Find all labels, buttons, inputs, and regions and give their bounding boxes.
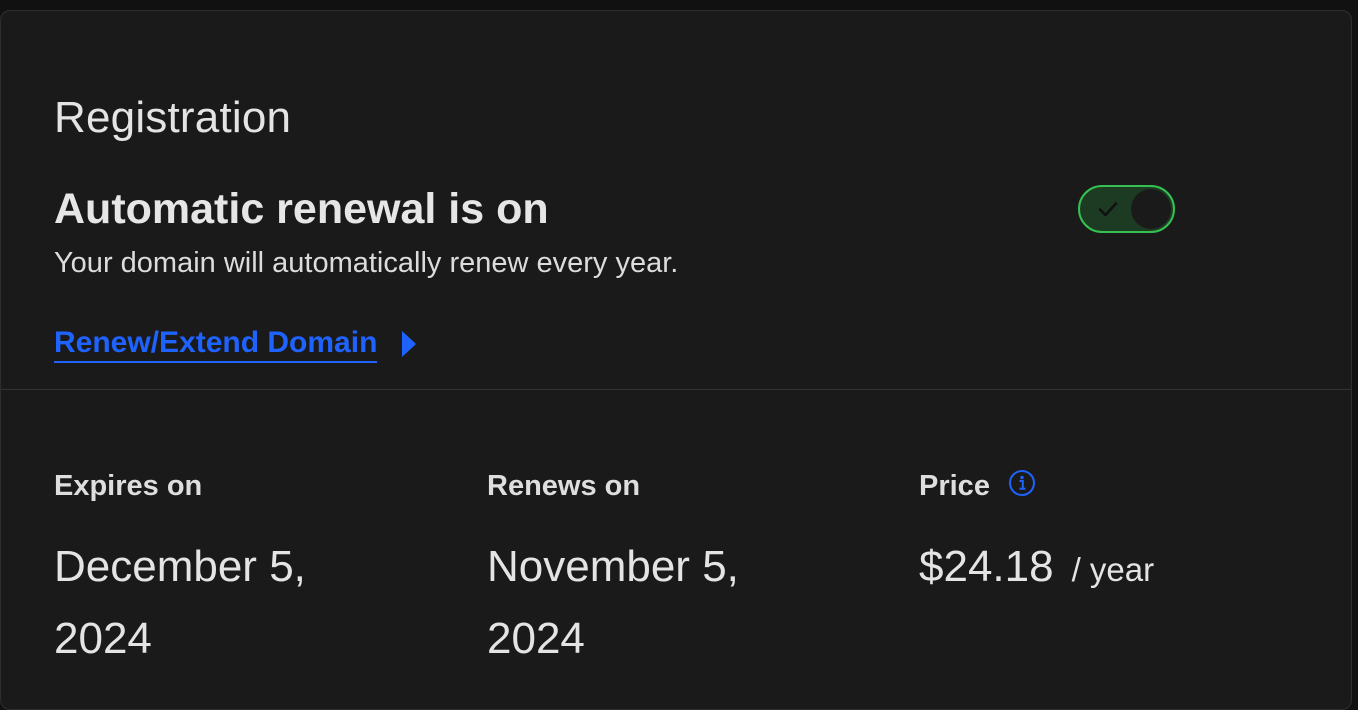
auto-renewal-toggle[interactable] bbox=[1078, 185, 1175, 233]
toggle-knob bbox=[1131, 189, 1171, 229]
renew-extend-domain-label: Renew/Extend Domain bbox=[54, 325, 378, 363]
caret-right-icon bbox=[402, 331, 417, 357]
auto-renewal-heading: Automatic renewal is on bbox=[54, 185, 549, 233]
renews-column: Renews on November 5, 2024 bbox=[487, 466, 807, 675]
price-label: Price bbox=[919, 469, 990, 502]
expires-label: Expires on bbox=[54, 469, 203, 502]
renews-value: November 5, 2024 bbox=[487, 542, 739, 663]
price-column: Price $24.18 / year bbox=[919, 466, 1154, 606]
registration-card: Registration Automatic renewal is on You… bbox=[0, 10, 1352, 710]
section-title: Registration bbox=[54, 93, 292, 142]
renew-extend-domain-link[interactable]: Renew/Extend Domain bbox=[54, 325, 417, 363]
renews-label: Renews on bbox=[487, 469, 641, 502]
info-circle-icon[interactable] bbox=[1008, 469, 1036, 497]
price-value: $24.18 bbox=[919, 542, 1054, 591]
auto-renewal-description: Your domain will automatically renew eve… bbox=[54, 247, 679, 279]
price-row: $24.18 / year bbox=[919, 531, 1154, 606]
expires-column: Expires on December 5, 2024 bbox=[54, 466, 374, 675]
checkmark-icon bbox=[1098, 202, 1118, 217]
price-label-row: Price bbox=[919, 466, 1154, 506]
section-divider bbox=[1, 389, 1351, 390]
expires-value: December 5, 2024 bbox=[54, 542, 306, 663]
price-unit: / year bbox=[1071, 551, 1155, 588]
